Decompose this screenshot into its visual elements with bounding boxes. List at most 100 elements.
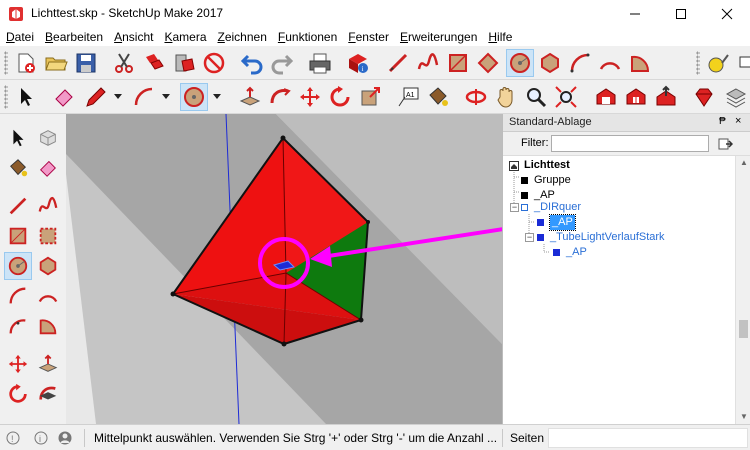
line-button[interactable] [4, 192, 32, 220]
menu-zeichnen[interactable]: Zeichnen [212, 28, 272, 46]
tree-node-ap-child[interactable]: _AP [553, 245, 587, 260]
rectangle-tool-button[interactable] [444, 49, 472, 77]
panel-close-icon[interactable]: × [735, 115, 741, 127]
copy-button[interactable] [140, 49, 168, 77]
arc-dropdown-arrow[interactable] [162, 94, 170, 99]
collapse-toggle[interactable]: − [510, 203, 519, 212]
follow-me-tool-button[interactable] [266, 83, 294, 111]
tree-node-tubelight[interactable]: _TubeLightVerlaufStark [537, 230, 665, 245]
maximize-button[interactable] [658, 0, 704, 28]
menu-bearbeiten[interactable]: Bearbeiten [39, 28, 108, 46]
drawing-viewport[interactable] [66, 114, 502, 424]
outliner-scrollbar[interactable]: ▲ ▼ [735, 156, 750, 424]
arc-tool-dropdown-button[interactable] [130, 83, 158, 111]
orbit-tool-button[interactable] [462, 83, 490, 111]
move-tool-button[interactable] [296, 83, 324, 111]
move-button[interactable] [4, 350, 32, 378]
arc-button[interactable] [4, 282, 32, 310]
zoom-tool-button[interactable] [522, 83, 550, 111]
tree-node-dirquer[interactable]: _DIRquer [521, 200, 581, 215]
filter-input[interactable] [551, 135, 709, 152]
scroll-down-icon[interactable]: ▼ [740, 412, 748, 421]
rotated-rectangle-tool-button[interactable] [474, 49, 502, 77]
tree-node-ap-selected[interactable]: _AP [537, 214, 576, 231]
arc-tool-button[interactable] [566, 49, 594, 77]
two-point-arc-tool-button[interactable] [596, 49, 624, 77]
open-button[interactable] [42, 49, 70, 77]
rectangle-button[interactable] [4, 222, 32, 250]
freehand-tool-button[interactable] [414, 49, 442, 77]
eraser-tool-button[interactable] [50, 83, 78, 111]
menu-hilfe[interactable]: Hilfe [482, 28, 517, 46]
menu-datei[interactable]: Datei [0, 28, 39, 46]
minimize-button[interactable] [612, 0, 658, 28]
toolbar-grip[interactable] [4, 51, 8, 75]
redo-button[interactable] [268, 49, 296, 77]
push-pull-tool-button[interactable] [236, 83, 264, 111]
details-arrow-icon[interactable] [717, 136, 733, 152]
two-point-arc-button[interactable] [34, 282, 62, 310]
credits-icon[interactable]: i [34, 431, 48, 445]
cut-button[interactable] [110, 49, 138, 77]
undo-button[interactable] [238, 49, 266, 77]
menu-ansicht[interactable]: Ansicht [108, 28, 158, 46]
layers-button[interactable] [722, 83, 750, 111]
pencil-tool-button[interactable] [82, 83, 110, 111]
polygon-button[interactable] [34, 252, 62, 280]
select-tool-button[interactable] [12, 83, 40, 111]
print-button[interactable] [306, 49, 334, 77]
rotate-button[interactable] [4, 380, 32, 408]
circle-tool-button[interactable] [506, 49, 534, 77]
model-info-button[interactable]: i [344, 49, 372, 77]
tree-node-gruppe[interactable]: Gruppe [521, 173, 571, 188]
text-label-tool-button[interactable]: A1 [394, 83, 422, 111]
scroll-up-icon[interactable]: ▲ [740, 158, 748, 167]
make-component-button[interactable] [34, 124, 62, 152]
rotated-rectangle-button[interactable] [34, 222, 62, 250]
measurements-input[interactable] [548, 428, 748, 448]
zoom-extents-tool-button[interactable] [552, 83, 580, 111]
geolocation-icon[interactable]: ! [6, 431, 20, 445]
freehand-button[interactable] [34, 192, 62, 220]
select-tool-button[interactable] [4, 124, 32, 152]
collapse-toggle[interactable]: − [525, 233, 534, 242]
pie-button[interactable] [34, 312, 62, 340]
pie-tool-button[interactable] [626, 49, 654, 77]
paste-button[interactable] [170, 49, 198, 77]
toolbar-grip[interactable] [4, 85, 8, 109]
paint-bucket-tool-button[interactable] [424, 83, 452, 111]
share-model-button[interactable] [652, 83, 680, 111]
tree-root[interactable]: Lichttest [509, 158, 570, 173]
menu-fenster[interactable]: Fenster [342, 28, 394, 46]
eraser-button[interactable] [34, 154, 62, 182]
menu-erweiterungen[interactable]: Erweiterungen [394, 28, 482, 46]
pin-icon[interactable]: ₱ [719, 116, 726, 127]
scale-tool-button[interactable] [356, 83, 384, 111]
toolbar-grip[interactable] [696, 51, 700, 75]
close-button[interactable] [704, 0, 750, 28]
user-icon[interactable] [58, 431, 72, 445]
circle-dropdown-arrow[interactable] [213, 94, 221, 99]
pencil-dropdown-arrow[interactable] [114, 94, 122, 99]
rotate-tool-button[interactable] [326, 83, 354, 111]
save-button[interactable] [72, 49, 100, 77]
ruby-console-button[interactable] [690, 83, 718, 111]
tape-measure-tool-button[interactable] [704, 49, 732, 77]
circle-tool-dropdown-button[interactable] [180, 83, 208, 111]
new-button[interactable] [12, 49, 40, 77]
three-point-arc-button[interactable] [4, 312, 32, 340]
circle-button[interactable] [4, 252, 32, 280]
erase-button[interactable] [200, 49, 228, 77]
warehouse-button[interactable] [592, 83, 620, 111]
push-pull-button[interactable] [34, 350, 62, 378]
text-tool-button[interactable] [734, 49, 750, 77]
extension-warehouse-button[interactable] [622, 83, 650, 111]
pan-tool-button[interactable] [492, 83, 520, 111]
scroll-thumb[interactable] [739, 320, 748, 338]
menu-funktionen[interactable]: Funktionen [272, 28, 342, 46]
follow-me-button[interactable] [34, 380, 62, 408]
paint-bucket-button[interactable] [4, 154, 32, 182]
polygon-tool-button[interactable] [536, 49, 564, 77]
menu-kamera[interactable]: Kamera [158, 28, 211, 46]
line-tool-button[interactable] [384, 49, 412, 77]
